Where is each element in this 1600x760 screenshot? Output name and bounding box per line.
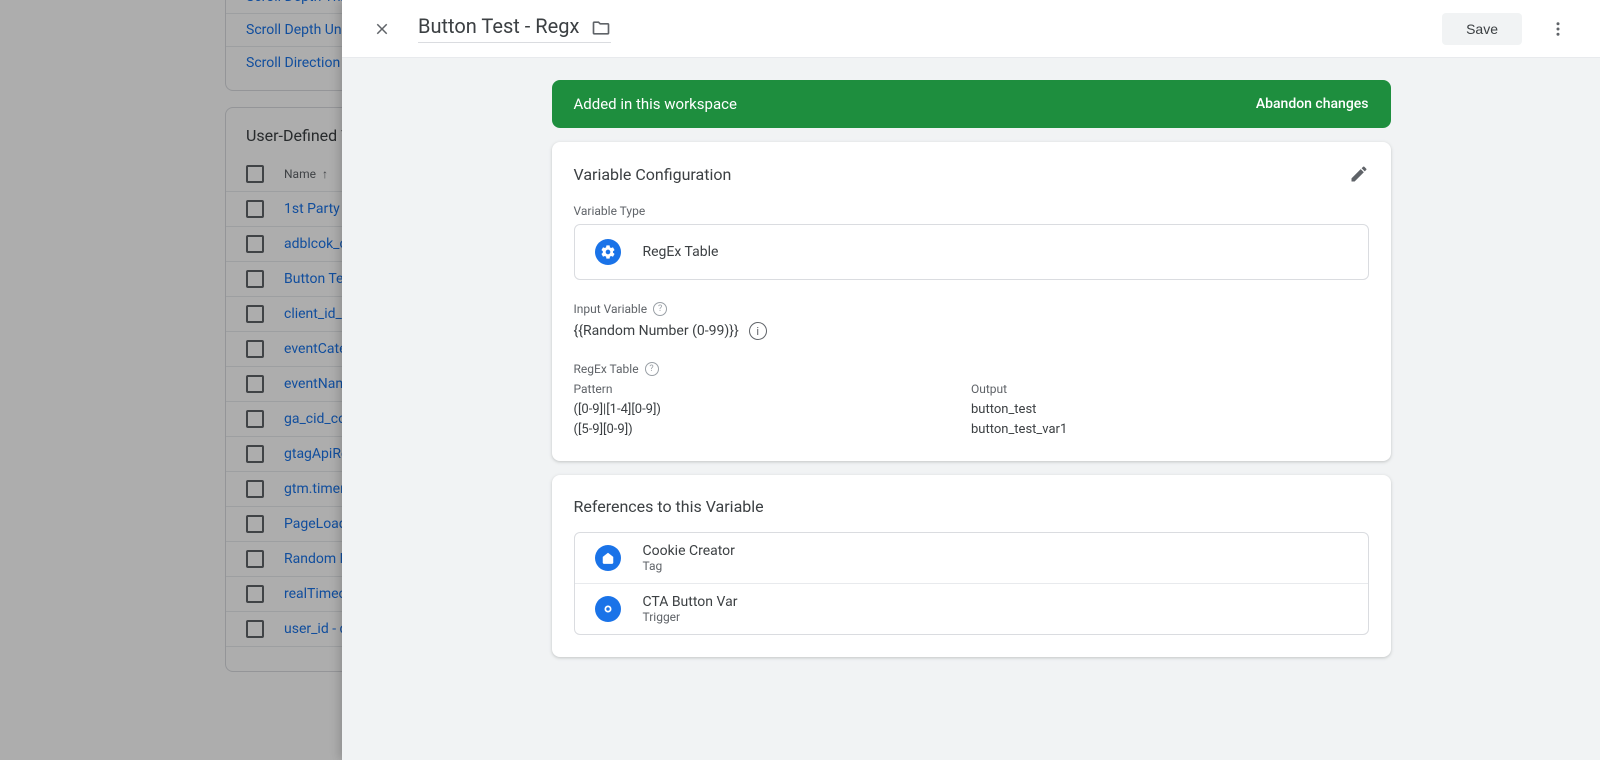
close-icon: [373, 20, 391, 38]
config-card-header: Variable Configuration: [574, 164, 1369, 184]
panel-title[interactable]: Button Test - Regx: [418, 14, 579, 41]
regex-row: ([5-9][0-9]) button_test_var1: [574, 420, 1369, 440]
edit-config-button[interactable]: [1349, 164, 1369, 184]
trigger-icon: [595, 596, 621, 622]
status-text: Added in this workspace: [574, 95, 737, 113]
help-icon[interactable]: ?: [653, 302, 667, 316]
references-list: Cookie Creator Tag CTA Button Var Trigge…: [574, 532, 1369, 635]
input-variable-value: {{Random Number (0-99)}}: [574, 323, 739, 339]
references-title: References to this Variable: [574, 497, 1369, 516]
more-vert-icon: [1549, 20, 1567, 38]
pattern-cell: ([0-9]|[1-4][0-9]): [574, 400, 972, 420]
reference-type: Trigger: [643, 610, 738, 624]
pencil-icon: [1349, 164, 1369, 184]
status-banner: Added in this workspace Abandon changes: [552, 80, 1391, 128]
variable-type-name: RegEx Table: [643, 244, 719, 260]
output-cell: button_test: [971, 400, 1369, 420]
regex-table-label: RegEx Table ?: [574, 362, 1369, 376]
abandon-changes-link[interactable]: Abandon changes: [1256, 96, 1369, 112]
close-button[interactable]: [364, 11, 400, 47]
regex-table-head: Pattern Output: [574, 382, 1369, 400]
variable-config-card: Variable Configuration Variable Type Reg…: [552, 142, 1391, 461]
variable-editor-panel: Button Test - Regx Save Added in this wo…: [342, 0, 1600, 760]
config-title: Variable Configuration: [574, 165, 732, 184]
help-icon[interactable]: ?: [645, 362, 659, 376]
reference-row[interactable]: CTA Button Var Trigger: [575, 583, 1368, 634]
panel-title-wrap[interactable]: Button Test - Regx: [418, 14, 611, 43]
panel-header: Button Test - Regx Save: [342, 0, 1600, 58]
output-col-label: Output: [971, 382, 1369, 396]
regex-row: ([0-9]|[1-4][0-9]) button_test: [574, 400, 1369, 420]
regex-table: Pattern Output ([0-9]|[1-4][0-9]) button…: [574, 382, 1369, 439]
regex-type-icon: [595, 239, 621, 265]
pattern-col-label: Pattern: [574, 382, 972, 396]
reference-row[interactable]: Cookie Creator Tag: [575, 533, 1368, 583]
input-variable-value-row: {{Random Number (0-99)}} i: [574, 322, 1369, 340]
info-icon[interactable]: i: [749, 322, 767, 340]
reference-type: Tag: [643, 559, 735, 573]
save-button[interactable]: Save: [1442, 13, 1522, 45]
reference-name: CTA Button Var: [643, 594, 738, 610]
variable-type-selector[interactable]: RegEx Table: [574, 224, 1369, 280]
pattern-cell: ([5-9][0-9]): [574, 420, 972, 440]
references-card: References to this Variable Cookie Creat…: [552, 475, 1391, 657]
more-menu-button[interactable]: [1540, 11, 1576, 47]
tag-icon: [595, 545, 621, 571]
reference-name: Cookie Creator: [643, 543, 735, 559]
input-variable-label: Input Variable ?: [574, 302, 1369, 316]
output-cell: button_test_var1: [971, 420, 1369, 440]
variable-type-label: Variable Type: [574, 204, 1369, 218]
folder-icon[interactable]: [591, 18, 611, 38]
panel-body: Added in this workspace Abandon changes …: [342, 58, 1600, 760]
